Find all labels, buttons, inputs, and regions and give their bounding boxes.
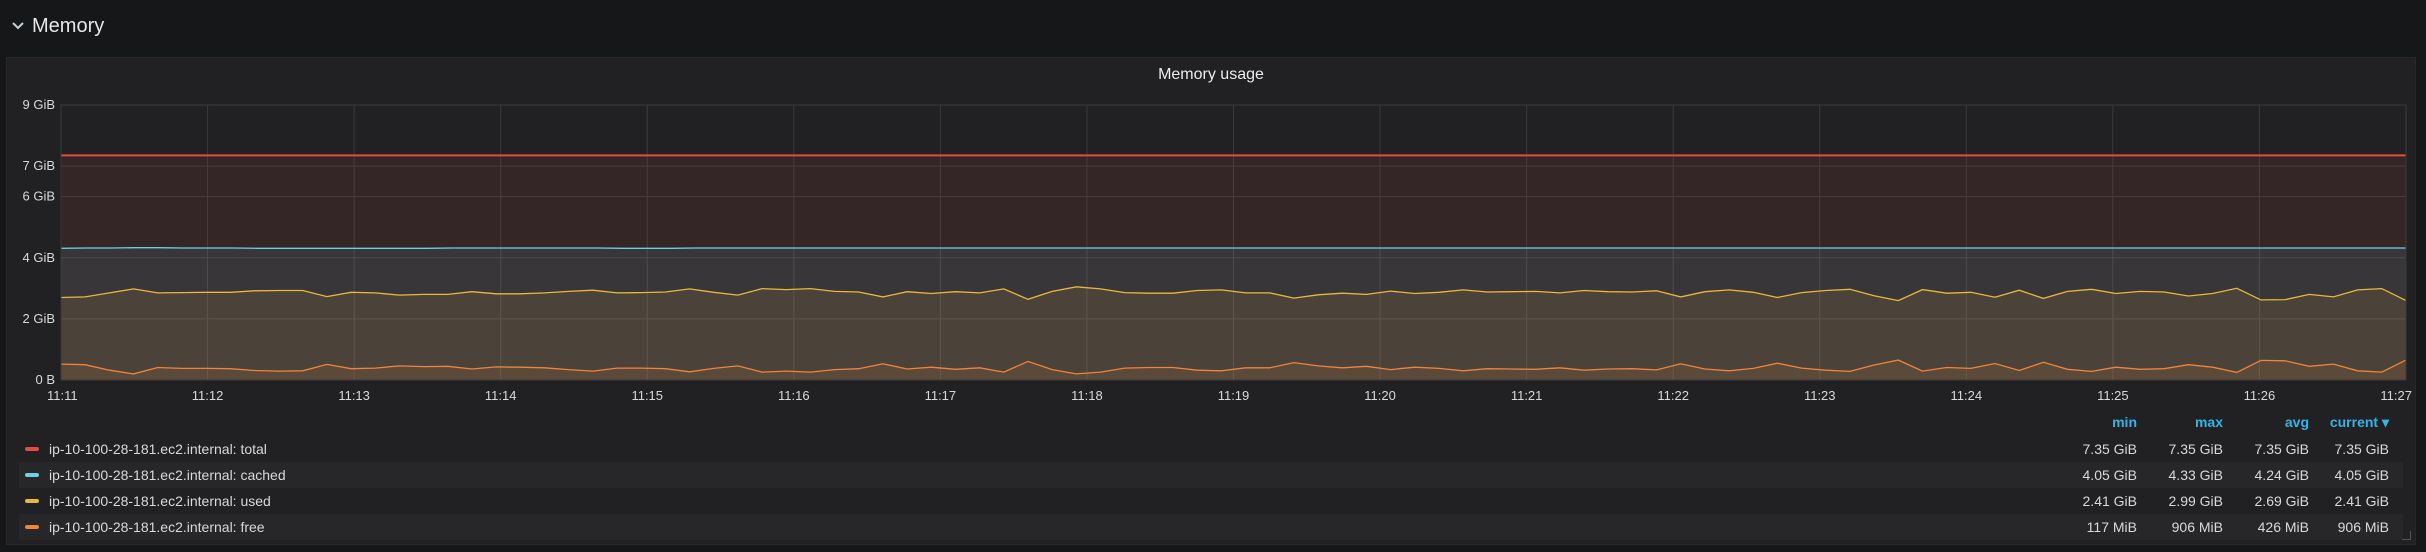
y-tick-label: 9 GiB [22, 97, 55, 112]
chevron-down-icon[interactable] [10, 18, 26, 34]
legend-header-min[interactable]: min [2057, 414, 2137, 434]
row-header-memory[interactable]: Memory [0, 0, 2426, 52]
x-tick-label: 11:15 [631, 388, 663, 403]
legend-series-name[interactable]: ip-10-100-28-181.ec2.internal: total [49, 441, 267, 457]
legend-value-max: 4.33 GiB [2168, 467, 2223, 483]
legend-value-avg: 4.24 GiB [2254, 467, 2309, 483]
x-tick-label: 11:13 [338, 388, 370, 403]
legend-value-current: 906 MiB [2337, 519, 2389, 535]
legend-row[interactable]: ip-10-100-28-181.ec2.internal: free 117 M… [19, 514, 2403, 540]
series-color-swatch-icon[interactable] [25, 447, 39, 451]
x-tick-label: 11:27 [2380, 388, 2412, 403]
memory-usage-panel: Memory usage 0 B2 GiB 4 GiB 6 GiB 7 GiB 9 Gi… [6, 57, 2416, 545]
legend-value-min: 7.35 GiB [2082, 441, 2137, 457]
x-tick-label: 11:18 [1071, 388, 1103, 403]
x-tick-label: 11:19 [1218, 388, 1250, 403]
legend-header-max[interactable]: max [2143, 414, 2223, 434]
legend-value-avg: 7.35 GiB [2254, 441, 2309, 457]
row-title: Memory [32, 14, 105, 37]
legend-value-current: 2.41 GiB [2334, 493, 2389, 509]
x-tick-label: 11:16 [778, 388, 810, 403]
x-tick-label: 11:22 [1657, 388, 1689, 403]
legend-series-name[interactable]: ip-10-100-28-181.ec2.internal: used [49, 493, 271, 509]
x-tick-label: 11:25 [2097, 388, 2129, 403]
x-tick-label: 11:24 [1951, 388, 1983, 403]
x-tick-label: 11:26 [2244, 388, 2276, 403]
legend-value-min: 117 MiB [2086, 519, 2137, 535]
x-tick-label: 11:21 [1511, 388, 1543, 403]
legend-row[interactable]: ip-10-100-28-181.ec2.internal: total 7.35… [19, 436, 2403, 462]
series-color-swatch-icon[interactable] [25, 499, 39, 503]
legend-value-max: 906 MiB [2171, 519, 2223, 535]
legend-header-avg[interactable]: avg [2229, 414, 2309, 434]
y-tick-label: 0 B [35, 372, 55, 387]
memory-usage-graph[interactable]: 0 B 2 GiB 4 GiB 6 GiB 7 GiB 9 GiB 11:11 11:12 11… [7, 58, 2417, 408]
series-color-swatch-icon[interactable] [25, 473, 39, 477]
y-tick-label: 2 GiB [22, 311, 55, 326]
legend-series-name[interactable]: ip-10-100-28-181.ec2.internal: cached [49, 467, 286, 483]
legend-row[interactable]: ip-10-100-28-181.ec2.internal: used 2.41 … [19, 488, 2403, 514]
legend-value-avg: 426 MiB [2257, 519, 2309, 535]
x-tick-label: 11:14 [485, 388, 517, 403]
x-tick-label: 11:23 [1804, 388, 1836, 403]
legend-value-min: 4.05 GiB [2082, 467, 2137, 483]
legend-header-current[interactable]: current ▾ [2303, 414, 2389, 434]
y-tick-label: 6 GiB [22, 189, 55, 204]
series-color-swatch-icon[interactable] [25, 525, 39, 529]
legend-series-name[interactable]: ip-10-100-28-181.ec2.internal: free [49, 519, 265, 535]
y-tick-label: 4 GiB [22, 250, 55, 265]
series-line[interactable] [60, 247, 2406, 249]
legend-value-max: 2.99 GiB [2168, 493, 2223, 509]
legend-row[interactable]: ip-10-100-28-181.ec2.internal: cached 4.0… [19, 462, 2403, 488]
legend-value-current: 4.05 GiB [2334, 467, 2389, 483]
legend-value-min: 2.41 GiB [2082, 493, 2137, 509]
legend-value-max: 7.35 GiB [2168, 441, 2223, 457]
panel-resize-handle[interactable] [2402, 531, 2411, 540]
y-tick-label: 7 GiB [22, 158, 55, 173]
legend-value-current: 7.35 GiB [2334, 441, 2389, 457]
x-tick-label: 11:11 [47, 388, 78, 403]
x-tick-label: 11:20 [1364, 388, 1396, 403]
x-tick-label: 11:12 [192, 388, 224, 403]
x-tick-label: 11:17 [925, 388, 957, 403]
legend-value-avg: 2.69 GiB [2254, 493, 2309, 509]
